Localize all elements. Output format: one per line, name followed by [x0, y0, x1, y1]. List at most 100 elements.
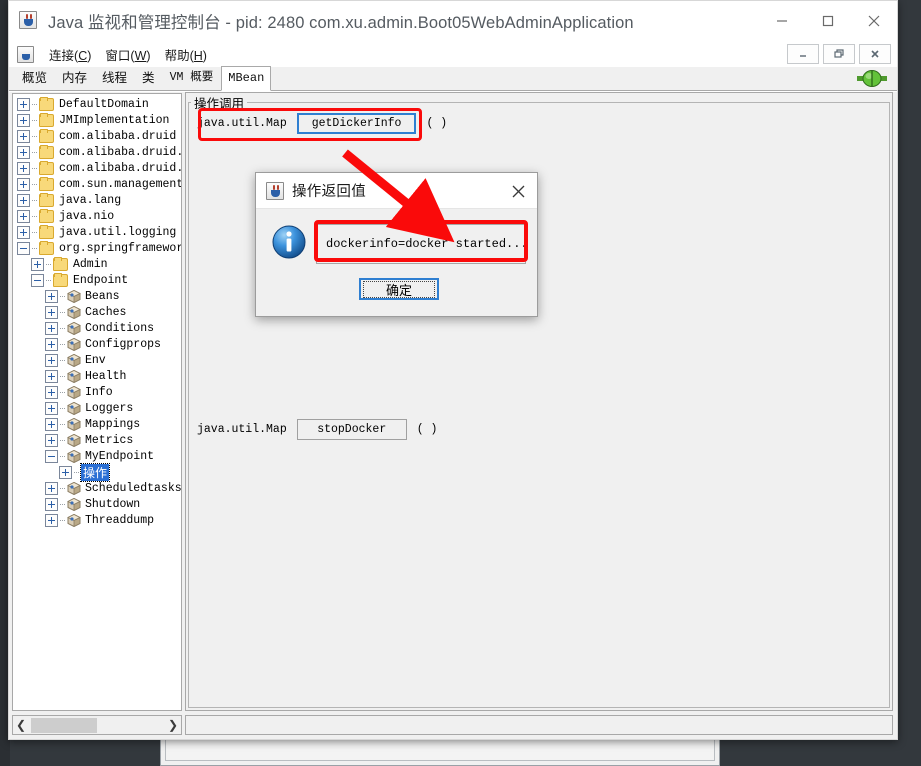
minimize-button[interactable] [759, 1, 805, 41]
tree-node[interactable]: com.alibaba.druid [13, 128, 181, 144]
expand-icon[interactable] [45, 417, 58, 431]
tree-node[interactable]: com.alibaba.druid.sp [13, 144, 181, 160]
expand-icon[interactable] [45, 305, 58, 319]
mbean-tree[interactable]: DefaultDomain JMImplementation com.alibaba… [13, 94, 181, 710]
tree-node-label: Scheduledtasks [85, 481, 182, 495]
tree-connector [32, 231, 37, 233]
expand-icon[interactable] [17, 113, 30, 127]
tab-mbean[interactable]: MBean [221, 66, 272, 91]
folder-icon [53, 272, 68, 287]
expand-icon[interactable] [17, 161, 30, 175]
tree-horizontal-scrollbar[interactable]: ❮ ❯ [12, 715, 182, 735]
expand-icon[interactable] [17, 97, 30, 111]
expand-icon[interactable] [45, 321, 58, 335]
expand-icon[interactable] [17, 193, 30, 207]
mdi-close-button[interactable] [859, 44, 891, 64]
mbean-icon [67, 321, 81, 335]
tree-node[interactable]: Threaddump [13, 512, 181, 528]
expand-icon[interactable] [17, 177, 30, 191]
menu-connection[interactable]: 连接(C) [42, 43, 98, 66]
expand-icon[interactable] [45, 481, 58, 495]
tree-node[interactable]: java.nio [13, 208, 181, 224]
expand-icon[interactable] [45, 289, 58, 303]
tree-node[interactable]: Metrics [13, 432, 181, 448]
mdi-restore-button[interactable] [823, 44, 855, 64]
folder-icon [39, 128, 54, 143]
tree-node[interactable]: Env [13, 352, 181, 368]
expand-icon[interactable] [45, 337, 58, 351]
tree-node[interactable]: 操作 [13, 462, 181, 482]
tree-node[interactable]: Shutdown [13, 496, 181, 512]
tab-threads[interactable]: 线程 [95, 67, 134, 90]
tree-node[interactable]: Configprops [13, 336, 181, 352]
tree-scroll-thumb[interactable] [31, 718, 97, 733]
expand-icon[interactable] [45, 385, 58, 399]
menu-help-label: 帮助 [164, 48, 190, 63]
mbean-icon [67, 385, 81, 399]
tree-node[interactable]: DefaultDomain [13, 96, 181, 112]
menu-window[interactable]: 窗口(W) [98, 43, 157, 66]
tree-node[interactable]: com.sun.management [13, 176, 181, 192]
collapse-icon[interactable] [31, 273, 44, 287]
tree-node[interactable]: Caches [13, 304, 181, 320]
tree-node-label: DefaultDomain [59, 97, 149, 111]
expand-icon[interactable] [17, 209, 30, 223]
tree-node[interactable]: MyEndpoint [13, 448, 181, 464]
tab-classes[interactable]: 类 [135, 67, 162, 90]
expand-icon[interactable] [59, 465, 72, 479]
close-button[interactable] [851, 1, 897, 41]
mbean-icon [67, 369, 81, 383]
operations-horizontal-scrollbar[interactable] [185, 715, 893, 735]
menu-window-label: 窗口 [105, 48, 131, 63]
tree-connector [74, 471, 79, 473]
tree-node[interactable]: java.util.logging [13, 224, 181, 240]
tree-node[interactable]: Admin [13, 256, 181, 272]
collapse-icon[interactable] [45, 449, 58, 463]
expand-icon[interactable] [45, 401, 58, 415]
tree-node-label: org.springframework. [59, 241, 181, 255]
tree-node[interactable]: Scheduledtasks [13, 480, 181, 496]
expand-icon[interactable] [45, 353, 58, 367]
tree-node-label: 操作 [79, 462, 111, 482]
operation-button-getDickerInfo[interactable]: getDickerInfo [296, 113, 417, 134]
expand-icon[interactable] [45, 369, 58, 383]
mdi-minimize-button[interactable] [787, 44, 819, 64]
dialog-close-icon[interactable] [503, 177, 533, 205]
collapse-icon[interactable] [17, 241, 30, 255]
expand-icon[interactable] [31, 257, 44, 271]
tree-connector [60, 519, 65, 521]
tree-node[interactable]: Conditions [13, 320, 181, 336]
expand-icon[interactable] [45, 433, 58, 447]
tree-node[interactable]: org.springframework. [13, 240, 181, 256]
dialog-return-value-field[interactable]: dockerinfo=docker started... [316, 224, 526, 264]
tree-node[interactable]: Endpoint [13, 272, 181, 288]
expand-icon[interactable] [17, 129, 30, 143]
tree-node[interactable]: Health [13, 368, 181, 384]
tab-memory[interactable]: 内存 [55, 67, 94, 90]
tree-node-label: com.alibaba.druid.wa [59, 161, 181, 175]
tree-node-label: MyEndpoint [85, 449, 155, 463]
tab-vm-summary[interactable]: VM 概要 [163, 67, 221, 90]
expand-icon[interactable] [45, 513, 58, 527]
tree-connector [46, 263, 51, 265]
tree-node[interactable]: JMImplementation [13, 112, 181, 128]
scroll-left-arrow-icon[interactable]: ❮ [13, 718, 29, 732]
tree-node[interactable]: Beans [13, 288, 181, 304]
maximize-button[interactable] [805, 1, 851, 41]
menu-help[interactable]: 帮助(H) [158, 43, 214, 66]
mbean-tree-panel[interactable]: DefaultDomain JMImplementation com.alibaba… [12, 93, 182, 711]
expand-icon[interactable] [17, 145, 30, 159]
scroll-right-arrow-icon[interactable]: ❯ [165, 718, 181, 732]
expand-icon[interactable] [45, 497, 58, 511]
tree-node[interactable]: Loggers [13, 400, 181, 416]
window-title: Java 监视和管理控制台 - pid: 2480 com.xu.admin.B… [48, 14, 634, 32]
tree-node[interactable]: Mappings [13, 416, 181, 432]
expand-icon[interactable] [17, 225, 30, 239]
tree-node[interactable]: java.lang [13, 192, 181, 208]
tree-node[interactable]: Info [13, 384, 181, 400]
tree-scroll-track[interactable] [29, 717, 165, 733]
operation-button-stopDocker[interactable]: stopDocker [296, 419, 407, 440]
tab-overview[interactable]: 概览 [15, 67, 54, 90]
tree-node[interactable]: com.alibaba.druid.wa [13, 160, 181, 176]
dialog-ok-button[interactable]: 确定 [359, 278, 439, 300]
